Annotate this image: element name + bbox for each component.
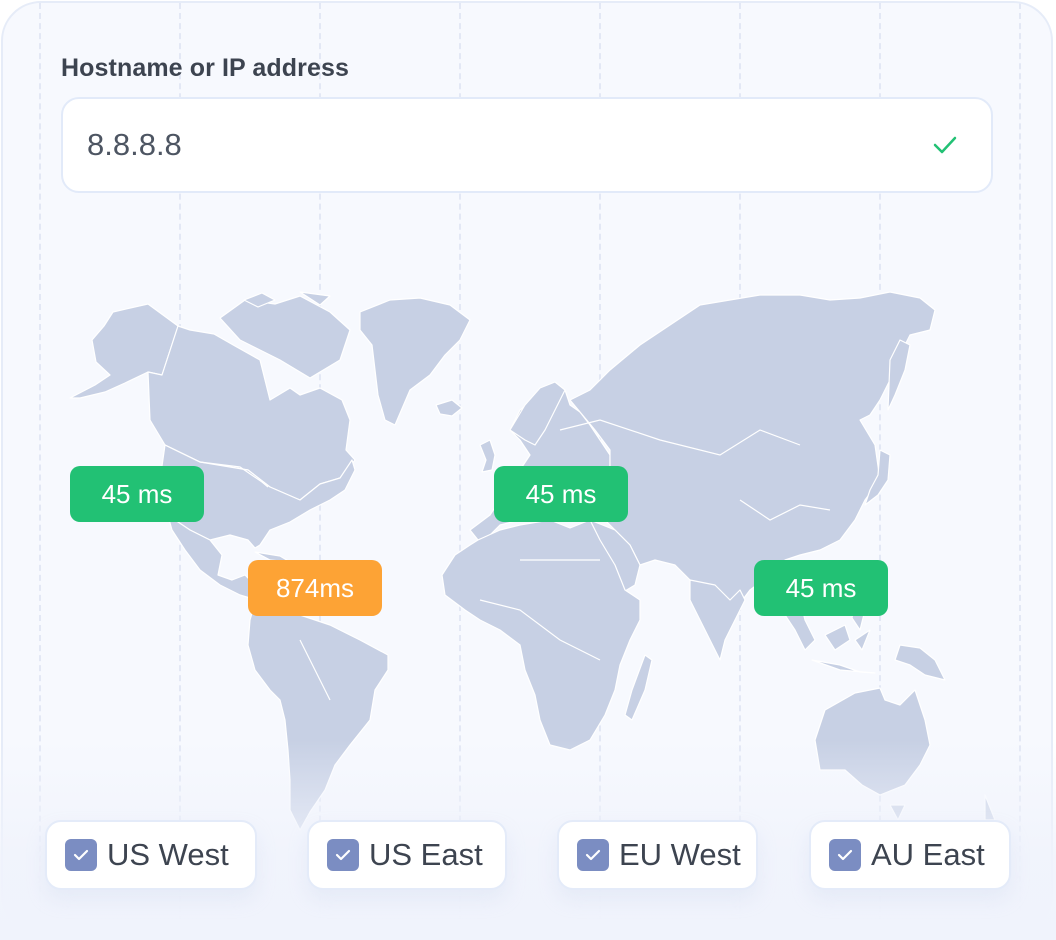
region-label: EU West [619, 837, 741, 872]
latency-badge-us-east: 874ms [248, 560, 382, 616]
hostname-input-box[interactable] [61, 97, 993, 193]
checkbox-us-east[interactable] [327, 839, 359, 871]
check-icon [933, 136, 957, 154]
region-toggle-au-east[interactable]: AU East [809, 820, 1011, 890]
checkbox-au-east[interactable] [829, 839, 861, 871]
hostname-input[interactable] [87, 127, 887, 163]
latency-badge-au-east: 45 ms [754, 560, 888, 616]
map-uk [479, 439, 496, 473]
checkmark-icon [585, 849, 601, 861]
map-iceland [435, 399, 463, 417]
checkmark-icon [73, 849, 89, 861]
checkbox-eu-west[interactable] [577, 839, 609, 871]
checkmark-icon [837, 849, 853, 861]
region-toggle-us-west[interactable]: US West [45, 820, 257, 890]
map-new-guinea [894, 644, 946, 681]
region-label: US West [107, 837, 229, 872]
region-label: AU East [871, 837, 985, 872]
checkmark-icon [335, 849, 351, 861]
region-label: US East [369, 837, 483, 872]
latency-badge-eu-west: 45 ms [494, 466, 628, 522]
map-madagascar [624, 654, 653, 721]
region-toggle-eu-west[interactable]: EU West [557, 820, 758, 890]
region-toggle-us-east[interactable]: US East [307, 820, 507, 890]
map-indonesia [811, 659, 876, 674]
latency-badge-us-west: 45 ms [70, 466, 204, 522]
checkbox-us-west[interactable] [65, 839, 97, 871]
hostname-label: Hostname or IP address [61, 54, 349, 82]
